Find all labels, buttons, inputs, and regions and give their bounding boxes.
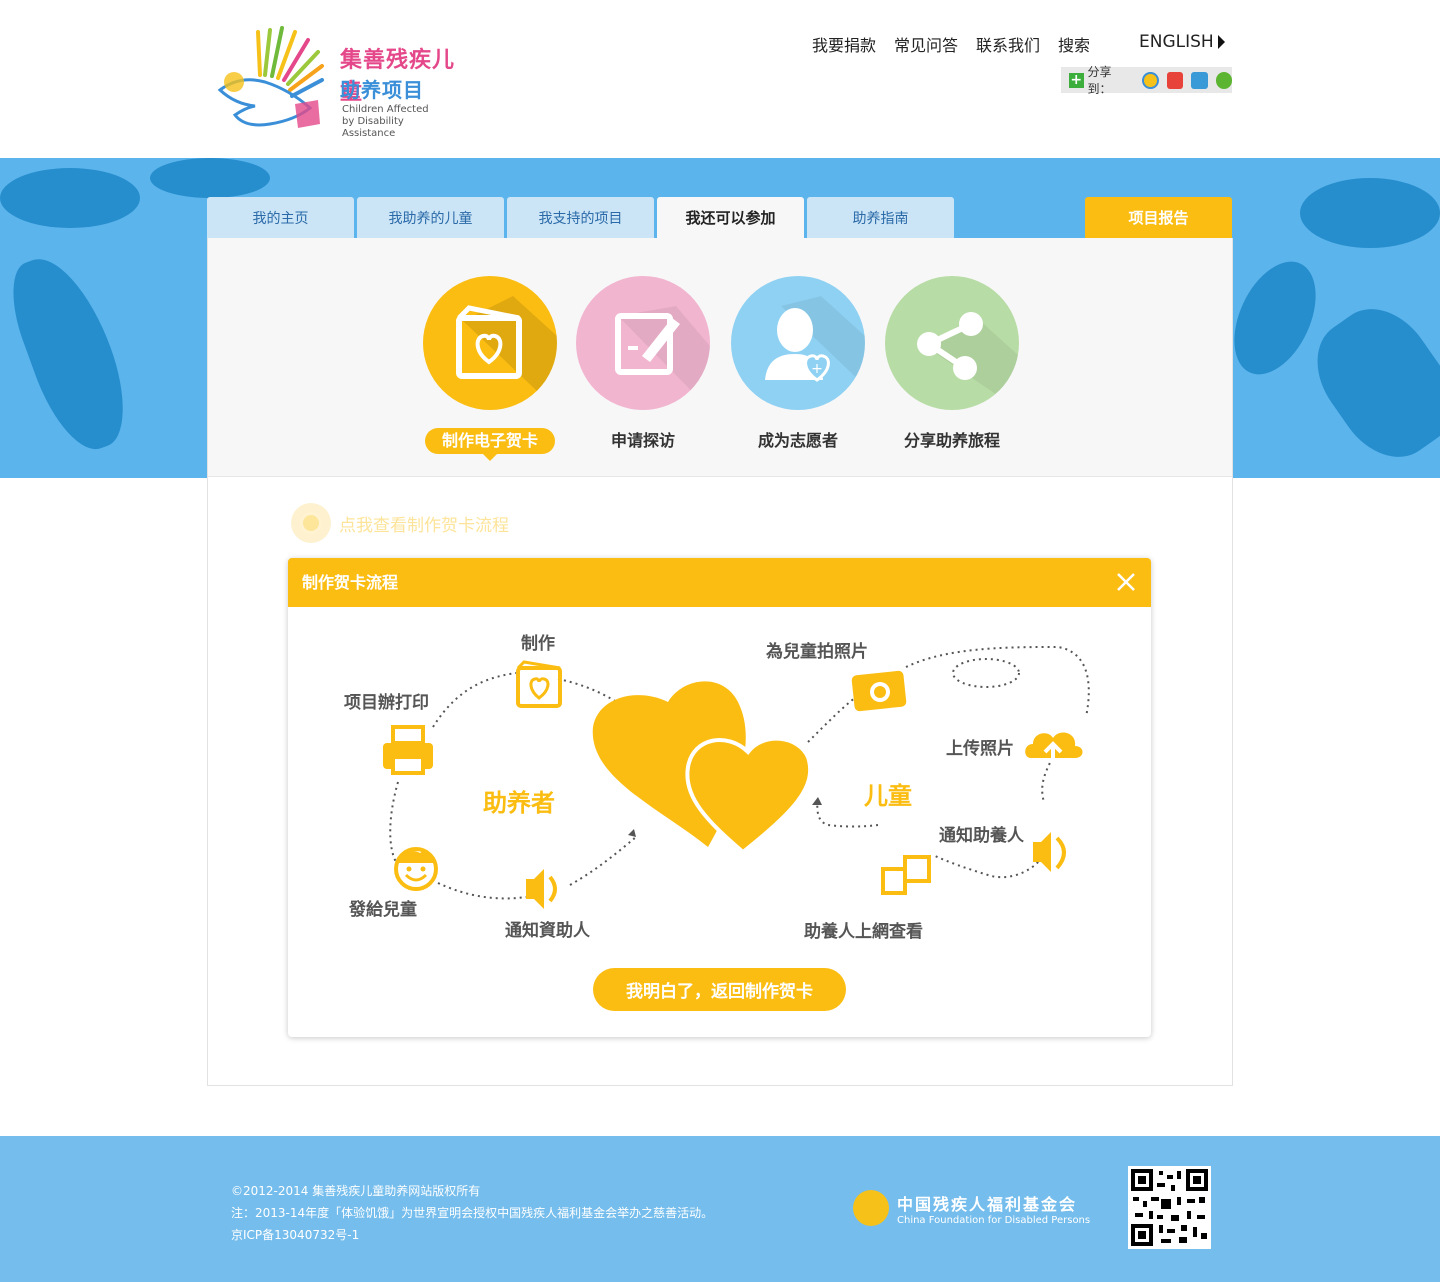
step-make: 制作 [521, 634, 555, 654]
banner-brush-stroke [0, 245, 142, 461]
share-bar: + 分享到： [1061, 65, 1233, 96]
action-label: 分享助养旅程 [903, 431, 1000, 450]
foundation-emblem-icon [853, 1190, 889, 1226]
banner-brush-stroke [150, 158, 270, 198]
banner-brush-stroke [1300, 178, 1440, 248]
svg-text:+: + [811, 361, 823, 377]
process-modal: 制作贺卡流程 制作 项目辦打印 發給兒童 通知資助人 為兒童拍照片 上传照片 通… [288, 558, 1151, 1037]
top-nav: 我要捐款 常见问答 联系我们 搜索 [812, 32, 1090, 56]
footer-text: ©2012-2014 集善残疾儿童助养网站版权所有 注：2013-14年度「体验… [231, 1180, 713, 1246]
footer-icp[interactable]: 京ICP备13040732号-1 [231, 1224, 713, 1246]
step-give-child: 發給兒童 [349, 900, 417, 920]
wechat-share-icon[interactable] [1215, 71, 1233, 89]
foundation-name-cn: 中国残疾人福利基金会 [897, 1194, 1078, 1214]
main-tabs: 我的主页 我助养的儿童 我支持的项目 我还可以参加 助养指南 [207, 197, 954, 238]
tencent-weibo-share-icon[interactable] [1191, 71, 1208, 89]
tab-my-children[interactable]: 我助养的儿童 [357, 197, 504, 238]
child-label: 儿童 [864, 782, 912, 810]
english-label: ENGLISH [1139, 32, 1214, 52]
qzone-share-icon[interactable] [1142, 71, 1159, 89]
logo-graphic [217, 26, 324, 128]
play-triangle-icon [1217, 35, 1225, 49]
tab-my-projects[interactable]: 我支持的项目 [507, 197, 654, 238]
modal-header: 制作贺卡流程 [288, 558, 1151, 607]
logo-en-line2: by Disability Assistance [342, 116, 404, 139]
nav-faq[interactable]: 常见问答 [894, 32, 958, 56]
step-notify-adopter: 通知助養人 [939, 826, 1024, 846]
tab-guide[interactable]: 助养指南 [807, 197, 954, 238]
tab-project-report[interactable]: 项目报告 [1085, 197, 1232, 238]
card-heart-icon [423, 276, 557, 410]
process-diagram: 制作 项目辦打印 發給兒童 通知資助人 為兒童拍照片 上传照片 通知助養人 助養… [288, 607, 1151, 967]
sponsor-label: 助养者 [483, 789, 555, 817]
nav-contact[interactable]: 联系我们 [976, 32, 1040, 56]
action-share-journey[interactable]: 分享助养旅程 [885, 276, 1019, 454]
site-logo[interactable]: 集善残疾儿童 助养项目 Children Affected by Disabil… [210, 20, 460, 140]
action-label: 成为志愿者 [757, 431, 838, 450]
step-take-photo: 為兒童拍照片 [766, 642, 868, 662]
dot-icon [291, 503, 331, 543]
process-link-text: 点我查看制作贺卡流程 [339, 515, 509, 536]
logo-en-line1: Children Affected [342, 104, 429, 115]
footer-note: 注：2013-14年度「体验饥饿」为世界宣明会授权中国残疾人福利基金会举办之慈善… [231, 1206, 714, 1220]
action-make-ecard[interactable]: 制作电子贺卡 [423, 276, 557, 461]
foundation-logo[interactable]: 中国残疾人福利基金会 China Foundation for Disabled… [853, 1190, 1090, 1226]
step-print: 项目辦打印 [344, 693, 429, 713]
logo-subtitle-cn: 助养项目 [340, 78, 424, 102]
step-upload-photo: 上传照片 [946, 739, 1014, 759]
modal-title: 制作贺卡流程 [302, 573, 399, 592]
banner-brush-stroke [1296, 290, 1440, 476]
tab-can-join[interactable]: 我还可以参加 [657, 197, 804, 238]
action-label: 申请探访 [610, 431, 675, 450]
view-process-link[interactable]: 点我查看制作贺卡流程 [291, 503, 509, 543]
tab-my-home[interactable]: 我的主页 [207, 197, 354, 238]
nav-search[interactable]: 搜索 [1058, 32, 1090, 56]
site-header: 集善残疾儿童 助养项目 Children Affected by Disabil… [0, 0, 1440, 158]
close-icon[interactable] [1115, 571, 1137, 593]
weibo-share-icon[interactable] [1166, 71, 1184, 89]
footer-copyright: ©2012-2014 集善残疾儿童助养网站版权所有 [231, 1184, 481, 1198]
step-view-online: 助養人上網查看 [804, 922, 923, 942]
logo-title-en: Children Affected by Disability Assistan… [342, 104, 460, 140]
volunteer-icon: + [731, 276, 865, 410]
english-language-link[interactable]: ENGLISH [1139, 32, 1225, 52]
form-pen-icon [576, 276, 710, 410]
qr-code [1128, 1166, 1211, 1249]
site-footer: ©2012-2014 集善残疾儿童助养网站版权所有 注：2013-14年度「体验… [0, 1136, 1440, 1282]
banner-brush-stroke [0, 168, 140, 228]
step-notify-sponsor: 通知資助人 [505, 921, 590, 941]
nav-donate[interactable]: 我要捐款 [812, 32, 876, 56]
foundation-name-en: China Foundation for Disabled Persons [897, 1214, 1091, 1226]
share-icon [885, 276, 1019, 410]
diagram-graphic [383, 645, 1090, 909]
plus-icon[interactable]: + [1069, 72, 1084, 88]
back-to-make-card-button[interactable]: 我明白了，返回制作贺卡 [593, 968, 846, 1011]
share-label: 分享到： [1087, 65, 1112, 96]
banner-brush-stroke [1217, 248, 1333, 388]
action-apply-visit[interactable]: 申请探访 [576, 276, 710, 454]
actions-area [208, 238, 1232, 477]
action-become-volunteer[interactable]: + 成为志愿者 [731, 276, 865, 454]
action-label: 制作电子贺卡 [425, 428, 555, 461]
